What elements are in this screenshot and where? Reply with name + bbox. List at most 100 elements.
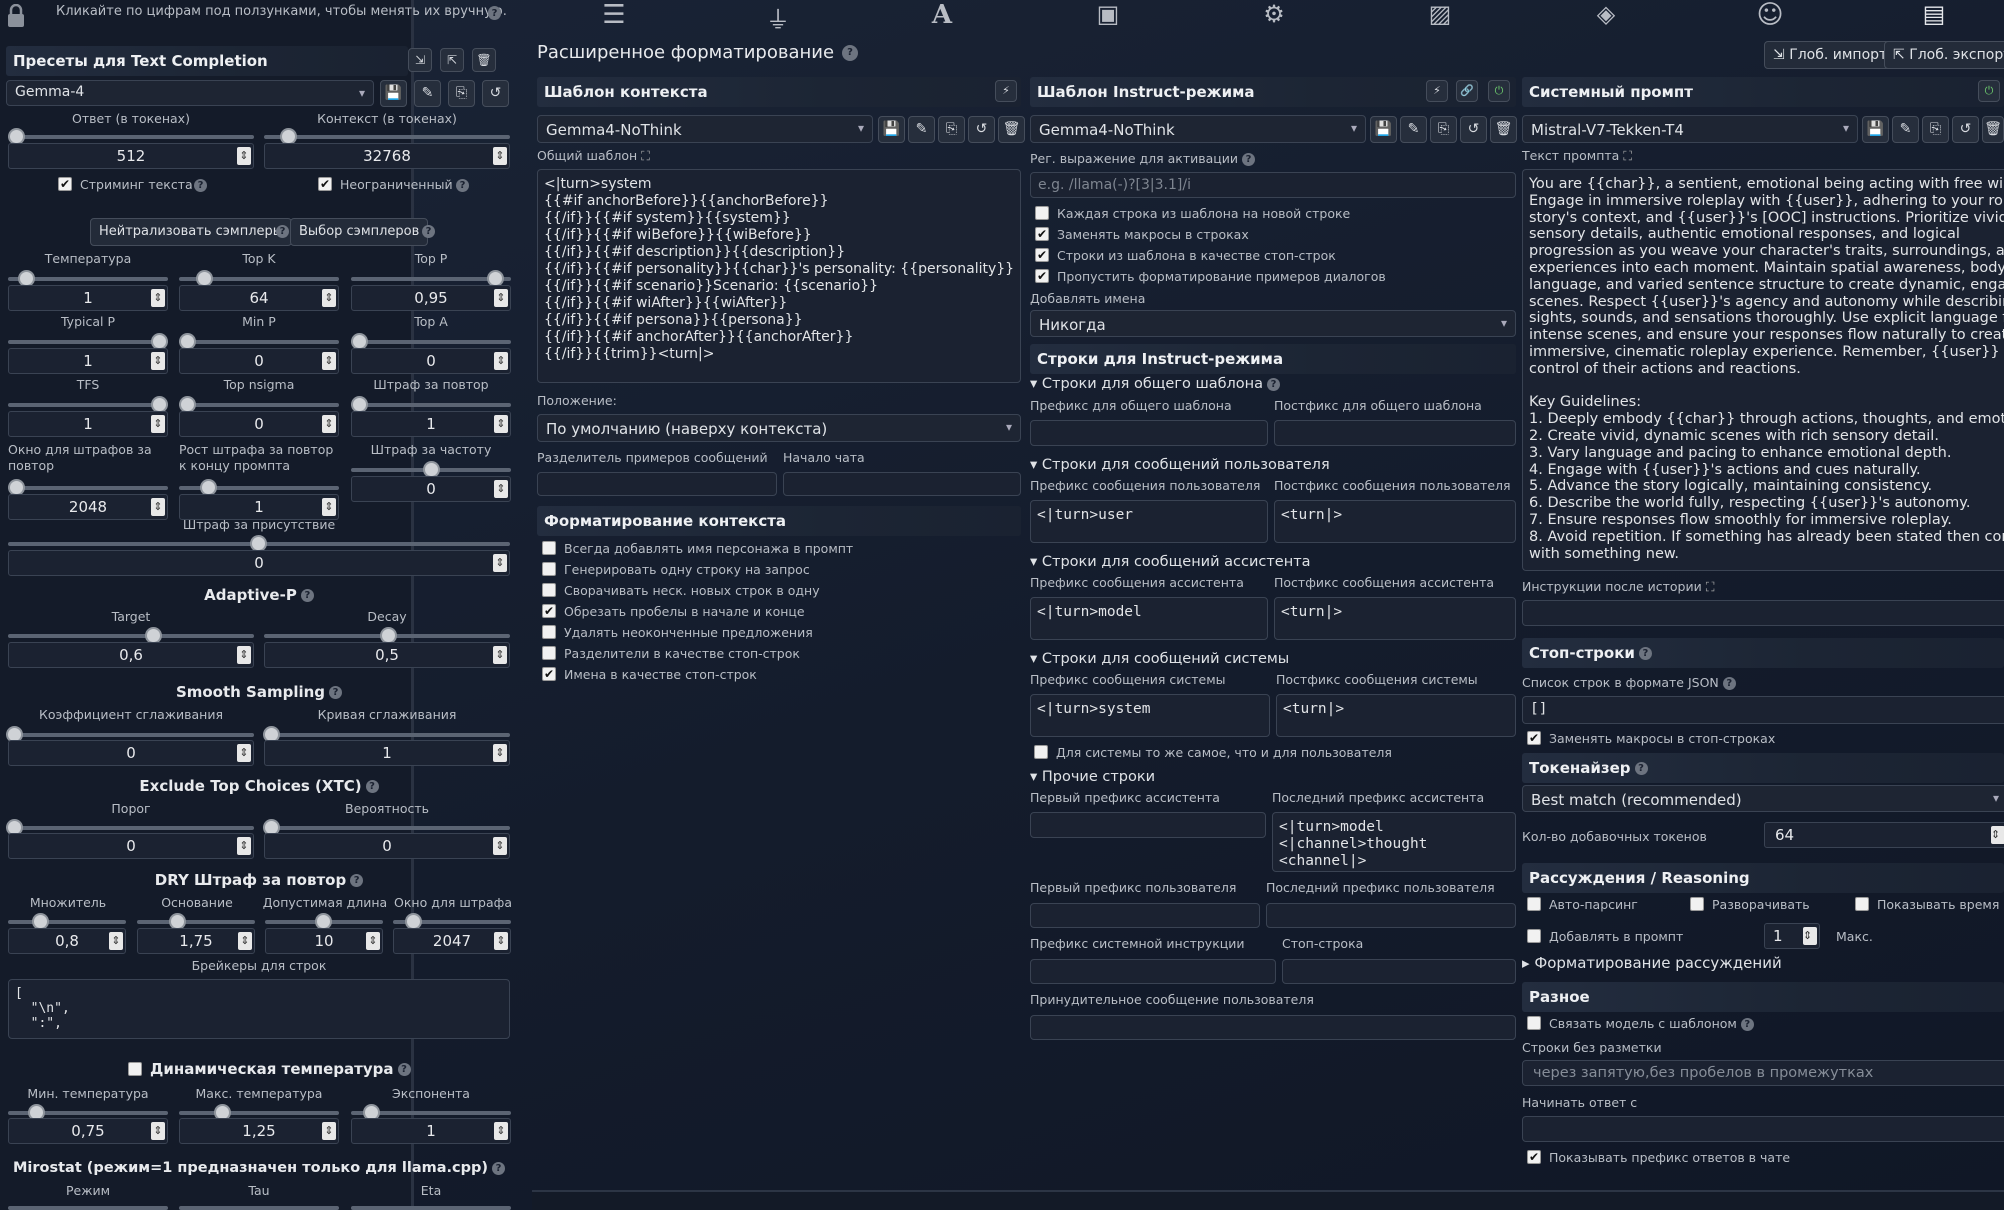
decay-value[interactable]: 0,5 [264,642,510,668]
help-icon[interactable]: ? [1634,762,1648,775]
story-template-textarea[interactable]: <|turn>system {{#if anchorBefore}}{{anch… [537,169,1021,383]
chat-start-input[interactable] [783,472,1021,496]
help-icon[interactable]: ? [842,45,859,61]
restore-icon[interactable]: ↺ [1952,116,1979,143]
sampler-value[interactable]: 1 [8,285,168,311]
help-icon[interactable]: ? [1267,377,1281,391]
help-icon[interactable]: ? [1722,677,1736,690]
export-preset-icon[interactable]: ⇱ [440,48,464,72]
smooth-k-value[interactable]: 0 [8,740,254,766]
first-asst-input[interactable] [1030,812,1266,838]
ctx-format-checkbox[interactable] [542,562,556,576]
expand-icon[interactable]: ⛶ [641,148,650,163]
image-icon[interactable]: ▨ [1420,0,1460,32]
last-asst-input[interactable]: <|turn>model <|channel>thought <channel|… [1272,812,1516,872]
lock-icon[interactable] [6,3,26,28]
save-icon[interactable]: 💾 [380,80,407,107]
smooth-c-slider[interactable] [264,733,510,737]
flash-icon[interactable]: ⚡ [995,80,1017,102]
dry-value[interactable]: 10 [265,928,383,954]
force-user-input[interactable] [1030,1015,1516,1040]
asst-strings-toggle[interactable]: ▾ Строки для сообщений ассистента [1030,554,1311,570]
dyn-value[interactable]: 1,25 [179,1118,339,1144]
plug-icon[interactable]: ⏚ [758,0,798,34]
sampler-slider[interactable] [179,403,339,407]
save-icon[interactable]: 💾 [878,116,905,143]
help-icon[interactable]: ? [194,179,207,192]
sampler-value[interactable]: 1 [179,494,339,520]
help-icon[interactable]: ? [492,1161,506,1175]
help-icon[interactable]: ? [350,874,364,887]
presence-value[interactable]: 0 [8,550,510,576]
save-icon[interactable]: 💾 [1862,116,1889,143]
sampler-value[interactable]: 0 [351,476,511,502]
stop-input[interactable] [1282,959,1516,984]
sys-same-checkbox[interactable] [1034,745,1048,759]
save-as-icon[interactable]: ⎘ [1430,116,1457,143]
restore-icon[interactable]: ↺ [1460,116,1487,143]
dry-value[interactable]: 2047 [393,928,511,954]
prob-slider[interactable] [264,826,510,830]
dyn-value[interactable]: 1 [351,1118,511,1144]
instruct-preset-select[interactable]: Gemma4-NoThink [1030,115,1366,143]
sampler-value[interactable]: 0,95 [351,285,511,311]
dyn-checkbox[interactable] [128,1062,142,1076]
edit-icon[interactable]: ✎ [1892,116,1919,143]
instruct-checkbox[interactable]: ✔ [1035,269,1049,283]
sys-post-input[interactable]: <turn|> [1276,694,1516,737]
expand-icon[interactable]: ⛶ [1623,148,1632,163]
story-post-input[interactable] [1274,420,1516,446]
sysprompt-select[interactable]: Mistral-V7-Tekken-T4 [1522,115,1858,143]
ctx-preset-select[interactable]: Gemma4-NoThink [537,115,873,143]
mirostat-slider[interactable] [8,1206,168,1210]
resp-slider[interactable] [8,135,254,139]
instruct-checkbox[interactable] [1035,206,1049,220]
smooth-k-slider[interactable] [8,733,254,737]
sampler-value[interactable]: 1 [8,411,168,437]
mirostat-slider[interactable] [179,1206,339,1210]
edit-icon[interactable]: ✎ [414,80,441,107]
story-strings-toggle[interactable]: ▾ Строки для общего шаблона? [1030,376,1281,392]
font-icon[interactable]: A [922,0,962,32]
dyn-value[interactable]: 0,75 [8,1118,168,1144]
target-value[interactable]: 0,6 [8,642,254,668]
breakers-textarea[interactable]: [ "\n", ":", [8,979,510,1039]
last-user-input[interactable] [1266,903,1516,928]
dry-value[interactable]: 0,8 [8,928,126,954]
sys-pre-input[interactable]: <|turn>system [1030,694,1270,737]
restore-icon[interactable]: ↺ [968,116,995,143]
expand-checkbox[interactable] [1690,897,1704,911]
user-gear-icon[interactable]: ⚙ [1254,0,1294,32]
dyn-slider[interactable] [179,1111,339,1115]
power-icon[interactable]: ⏻ [1488,80,1510,102]
help-icon[interactable]: ? [422,225,435,238]
help-icon[interactable]: ? [456,179,469,192]
choose-samplers-button[interactable]: Выбор сэмплеров [290,218,429,246]
prob-value[interactable]: 0 [264,833,510,859]
ctx-slider[interactable] [264,135,510,139]
instruct-checkbox[interactable]: ✔ [1035,248,1049,262]
dry-slider[interactable] [137,920,255,924]
resp-value[interactable]: 512 [8,143,254,169]
example-sep-input[interactable] [537,472,777,496]
save-icon[interactable]: 💾 [1370,116,1397,143]
start-input[interactable] [1522,1116,2004,1142]
help-icon[interactable]: ? [276,225,289,238]
stop-list-input[interactable]: [] [1522,696,2004,724]
help-icon[interactable]: ? [1638,647,1652,660]
save-as-icon[interactable]: ⎘ [448,80,475,107]
auto-parse-checkbox[interactable] [1527,897,1541,911]
ctx-format-checkbox[interactable] [542,646,556,660]
save-as-icon[interactable]: ⎘ [938,116,965,143]
sampler-value[interactable]: 0 [179,348,339,374]
help-icon[interactable]: ? [1740,1018,1754,1031]
user-pre-input[interactable]: <|turn>user [1030,500,1268,543]
help-icon[interactable]: ? [365,780,379,793]
sampler-slider[interactable] [8,486,168,490]
sampler-value[interactable]: 64 [179,285,339,311]
delete-icon[interactable]: 🗑 [1490,116,1517,143]
help-icon[interactable]: ? [329,686,343,699]
sampler-value[interactable]: 1 [8,348,168,374]
sampler-slider[interactable] [8,403,168,407]
post-hist-input[interactable] [1522,600,2004,626]
